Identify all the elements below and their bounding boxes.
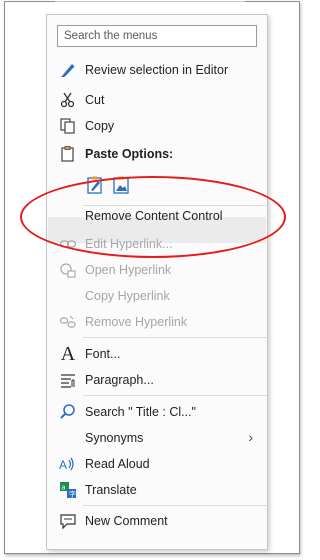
menu-item-cut[interactable]: Cut: [47, 87, 267, 113]
menu-item-label: Search " Title : Cl...": [85, 405, 196, 419]
menu-item-synonyms[interactable]: Synonyms ›: [47, 425, 267, 451]
svg-text:a: a: [62, 485, 66, 492]
clipboard-icon: [59, 145, 77, 163]
menu-item-read-aloud[interactable]: A Read Aloud: [47, 451, 267, 477]
menu-item-remove-hyperlink[interactable]: Remove Hyperlink: [47, 309, 267, 335]
editor-pen-icon: [59, 61, 77, 79]
menu-item-label: Remove Hyperlink: [85, 315, 188, 329]
menu-item-new-comment[interactable]: New Comment: [47, 508, 267, 534]
menu-item-label: Font...: [85, 347, 121, 361]
menu-item-font[interactable]: A Font...: [47, 341, 267, 367]
menu-item-label: Read Aloud: [85, 457, 150, 471]
menu-item-label: Translate: [85, 483, 137, 497]
paste-options-label: Paste Options:: [85, 147, 174, 161]
svg-text:字: 字: [69, 490, 76, 499]
menu-separator: [83, 505, 267, 506]
red-annotation-oval: [20, 176, 286, 258]
open-link-icon: [59, 261, 77, 279]
chevron-right-icon: ›: [248, 429, 253, 445]
menu-item-copy[interactable]: Copy: [47, 113, 267, 139]
background-text-fragment: [55, 1, 245, 6]
menu-item-label: Copy Hyperlink: [85, 289, 170, 303]
search-icon: [59, 403, 77, 421]
read-aloud-icon: A: [59, 455, 77, 473]
search-placeholder: Search the menus: [64, 30, 158, 42]
comment-icon: [59, 512, 77, 530]
font-icon: A: [60, 342, 76, 365]
menu-separator: [83, 337, 267, 338]
menu-item-translate[interactable]: a字 Translate: [47, 477, 267, 503]
menu-separator: [83, 395, 267, 396]
svg-text:A: A: [59, 458, 67, 472]
search-menus-input[interactable]: Search the menus: [57, 25, 257, 47]
context-menu: Search the menus Review selection in Edi…: [46, 14, 268, 550]
menu-item-label: Review selection in Editor: [85, 63, 229, 77]
menu-item-label: Synonyms: [85, 431, 144, 445]
menu-item-review-selection[interactable]: Review selection in Editor: [47, 57, 267, 83]
menu-item-label: Cut: [85, 93, 105, 107]
scissors-icon: [59, 91, 77, 109]
paste-options-header: Paste Options:: [47, 141, 267, 167]
copy-icon: [59, 117, 77, 135]
menu-item-paragraph[interactable]: Paragraph...: [47, 367, 267, 393]
menu-item-label: Paragraph...: [85, 373, 154, 387]
menu-item-label: Copy: [85, 119, 115, 133]
unlink-icon: [59, 313, 77, 331]
menu-item-label: New Comment: [85, 514, 168, 528]
paragraph-icon: [59, 371, 77, 389]
menu-item-search[interactable]: Search " Title : Cl...": [47, 399, 267, 425]
menu-item-copy-hyperlink[interactable]: Copy Hyperlink: [47, 283, 267, 309]
translate-icon: a字: [59, 481, 77, 499]
menu-item-open-hyperlink[interactable]: Open Hyperlink: [47, 257, 267, 283]
menu-item-label: Open Hyperlink: [85, 263, 172, 277]
